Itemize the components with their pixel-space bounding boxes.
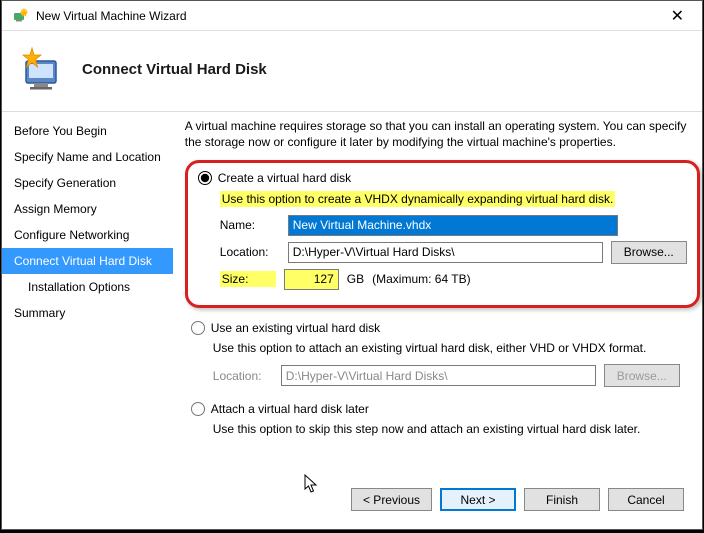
- existing-browse-button: Browse...: [604, 364, 680, 387]
- next-button[interactable]: Next >: [440, 488, 516, 511]
- wizard-icon: [20, 45, 68, 93]
- step-specify-generation[interactable]: Specify Generation: [2, 170, 173, 196]
- step-sidebar: Before You Begin Specify Name and Locati…: [2, 112, 173, 478]
- wizard-window: New Virtual Machine Wizard ✕ Connect Vir…: [1, 0, 703, 530]
- location-label: Location:: [220, 244, 280, 260]
- size-unit: GB: [347, 271, 364, 287]
- browse-button[interactable]: Browse...: [611, 241, 687, 264]
- app-icon: [12, 8, 28, 24]
- title-bar: New Virtual Machine Wizard ✕: [2, 1, 702, 31]
- cancel-button[interactable]: Cancel: [608, 488, 684, 511]
- radio-existing-vhd[interactable]: [191, 321, 205, 335]
- later-desc: Use this option to skip this step now an…: [213, 421, 700, 437]
- window-title: New Virtual Machine Wizard: [36, 9, 663, 23]
- finish-button[interactable]: Finish: [524, 488, 600, 511]
- step-before-you-begin[interactable]: Before You Begin: [2, 118, 173, 144]
- wizard-footer: < Previous Next > Finish Cancel: [2, 478, 702, 529]
- radio-create-vhd[interactable]: [198, 171, 212, 185]
- step-installation-options[interactable]: Installation Options: [2, 274, 173, 300]
- step-summary[interactable]: Summary: [2, 300, 173, 326]
- size-max: (Maximum: 64 TB): [372, 271, 470, 287]
- location-input[interactable]: [288, 242, 603, 263]
- name-label: Name:: [220, 217, 280, 233]
- radio-later-label: Attach a virtual hard disk later: [211, 401, 369, 417]
- radio-create-label: Create a virtual hard disk: [218, 170, 351, 186]
- wizard-body: Before You Begin Specify Name and Locati…: [2, 112, 702, 478]
- step-specify-name[interactable]: Specify Name and Location: [2, 144, 173, 170]
- previous-button[interactable]: < Previous: [351, 488, 432, 511]
- close-button[interactable]: ✕: [663, 6, 692, 26]
- step-assign-memory[interactable]: Assign Memory: [2, 196, 173, 222]
- size-label: Size:: [220, 271, 276, 287]
- step-connect-vhd[interactable]: Connect Virtual Hard Disk: [2, 248, 173, 274]
- create-desc: Use this option to create a VHDX dynamic…: [220, 191, 687, 207]
- create-vhd-group: Create a virtual hard disk Use this opti…: [185, 160, 700, 307]
- wizard-header: Connect Virtual Hard Disk: [2, 31, 702, 111]
- radio-attach-later[interactable]: [191, 402, 205, 416]
- existing-location-label: Location:: [213, 368, 273, 384]
- page-title: Connect Virtual Hard Disk: [82, 61, 267, 78]
- intro-text: A virtual machine requires storage so th…: [185, 118, 700, 150]
- name-input[interactable]: [288, 215, 618, 236]
- size-input[interactable]: [284, 269, 339, 290]
- attach-later-section: Attach a virtual hard disk later Use thi…: [185, 401, 700, 437]
- content-pane: A virtual machine requires storage so th…: [173, 112, 704, 478]
- radio-existing-label: Use an existing virtual hard disk: [211, 320, 380, 336]
- existing-vhd-section: Use an existing virtual hard disk Use th…: [185, 320, 700, 387]
- existing-desc: Use this option to attach an existing vi…: [213, 340, 700, 356]
- existing-location-input: [281, 365, 596, 386]
- step-configure-networking[interactable]: Configure Networking: [2, 222, 173, 248]
